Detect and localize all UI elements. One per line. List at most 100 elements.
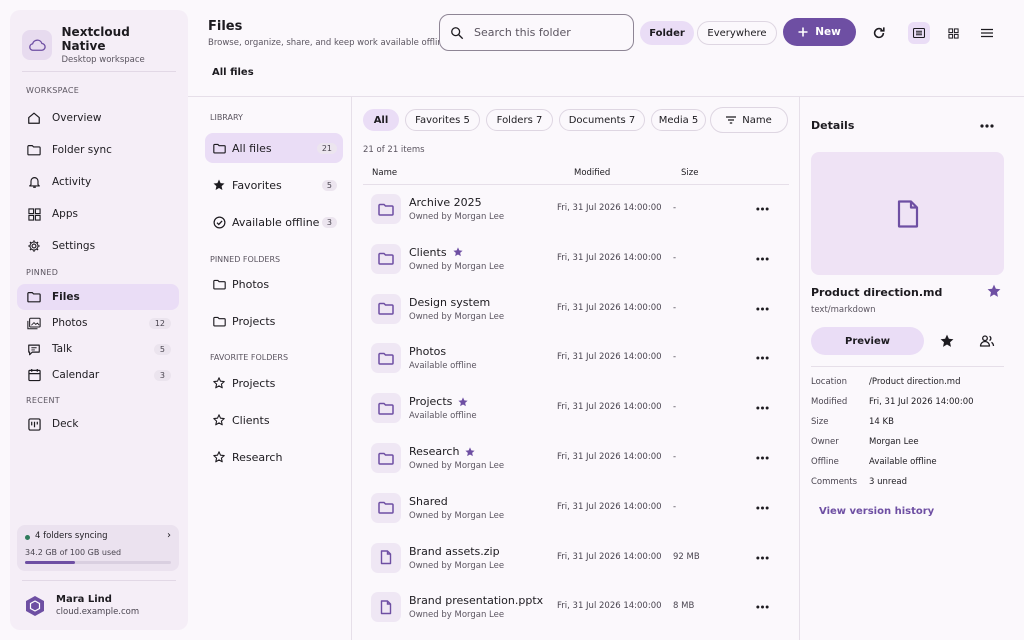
view-version-history-link[interactable]: View version history	[819, 506, 934, 517]
document-icon	[897, 199, 919, 228]
user-server: cloud.example.com	[56, 607, 140, 617]
row-actions-button[interactable]	[751, 248, 773, 270]
sidebar-divider	[22, 71, 176, 72]
user-account[interactable]: Mara Lind cloud.example.com	[24, 594, 139, 617]
favorite-folder-research[interactable]: Research	[205, 442, 343, 472]
more-horizontal-icon	[755, 556, 769, 560]
library-item-available-offline[interactable]: Available offline 3	[205, 207, 343, 237]
folder-icon	[212, 314, 226, 328]
details-divider-line	[811, 366, 1004, 367]
library-item-label: Favorites	[232, 178, 282, 192]
row-actions-button[interactable]	[751, 198, 773, 220]
favorite-star-icon	[452, 247, 463, 257]
file-name: Clients	[409, 246, 463, 259]
library-item-favorites[interactable]: Favorites 5	[205, 170, 343, 200]
favorite-folder-clients[interactable]: Clients	[205, 405, 343, 435]
user-name: Mara Lind	[56, 594, 112, 605]
scope-folder-button[interactable]: Folder	[640, 21, 694, 45]
table-row[interactable]: Design system Owned by Morgan Lee Fri, 31 …	[363, 284, 789, 334]
filter-chip-folders[interactable]: Folders 7	[486, 109, 553, 131]
row-actions-button[interactable]	[751, 298, 773, 320]
sidebar-item-photos[interactable]: Photos 12	[17, 310, 179, 336]
file-owner: Available offline	[409, 411, 477, 422]
meta-value: 14 KB	[869, 417, 894, 427]
meta-value: Fri, 31 Jul 2026 14:00:00	[869, 397, 974, 407]
table-row[interactable]: Photos Available offline Fri, 31 Jul 2026 …	[363, 333, 789, 383]
breadcrumb[interactable]: All files	[212, 67, 254, 78]
file-modified: Fri, 31 Jul 2026 14:00:00	[557, 203, 662, 213]
meta-key: Owner	[811, 437, 839, 447]
column-header-modified[interactable]: Modified	[574, 168, 610, 178]
row-actions-button[interactable]	[751, 397, 773, 419]
table-row[interactable]: Research Owned by Morgan Lee Fri, 31 Jul 2…	[363, 433, 789, 483]
table-row[interactable]: Brand presentation.pptx Owned by Morgan L…	[363, 582, 789, 632]
table-row[interactable]: Archive 2025 Owned by Morgan Lee Fri, 31 J…	[363, 184, 789, 234]
check-circle-icon	[212, 215, 226, 229]
app-brand: Nextcloud Native Desktop workspace	[22, 24, 176, 66]
table-row[interactable]: Projects Available offline Fri, 31 Jul 202…	[363, 383, 789, 433]
file-modified: Fri, 31 Jul 2026 14:00:00	[557, 302, 662, 313]
search-box[interactable]	[439, 14, 634, 51]
file-owner: Owned by Morgan Lee	[409, 510, 505, 521]
file-name: Brand presentation.pptx	[409, 594, 543, 607]
sync-status-card[interactable]: 4 folders syncing › 34.2 GB of 100 GB us…	[17, 525, 179, 571]
more-horizontal-icon	[755, 456, 769, 460]
sidebar-item-overview[interactable]: Overview	[17, 105, 179, 131]
filter-chip-favorites[interactable]: Favorites 5	[405, 109, 480, 131]
row-actions-button[interactable]	[751, 347, 773, 369]
pinned-folder-projects[interactable]: Projects	[205, 306, 343, 336]
pinned-folder-photos[interactable]: Photos	[205, 269, 343, 299]
scope-everywhere-button[interactable]: Everywhere	[697, 21, 777, 45]
sidebar-item-settings[interactable]: Settings	[17, 233, 179, 259]
new-button[interactable]: New	[783, 18, 856, 46]
section-label-library: LIBRARY	[210, 113, 243, 122]
column-header-name[interactable]: Name	[372, 168, 397, 178]
row-actions-button[interactable]	[751, 596, 773, 618]
file-modified: Fri, 31 Jul 2026 14:00:00	[557, 402, 662, 413]
sidebar-item-files[interactable]: Files	[17, 284, 179, 310]
row-actions-button[interactable]	[751, 447, 773, 469]
table-row[interactable]: Brand assets.zip Owned by Morgan Lee Fri, …	[363, 533, 789, 583]
favorite-star-icon	[465, 446, 476, 457]
star-icon	[987, 284, 1001, 298]
folder-sync-icon	[26, 142, 42, 158]
favorite-folder-projects[interactable]: Projects	[205, 368, 343, 398]
meta-value: 3 unread	[869, 477, 908, 487]
page-title: Files	[208, 19, 243, 34]
search-input[interactable]	[474, 26, 624, 39]
file-name: Archive 2025	[409, 196, 482, 209]
sort-label: Name	[742, 114, 772, 126]
row-actions-button[interactable]	[751, 547, 773, 569]
details-more-button[interactable]	[976, 115, 998, 137]
sidebar-item-deck[interactable]: Deck	[17, 411, 179, 437]
file-name-text: Design system	[409, 295, 491, 309]
file-name: Projects	[409, 395, 468, 408]
favorite-button[interactable]	[936, 330, 958, 352]
library-item-all-files[interactable]: All files 21	[205, 133, 343, 163]
file-owner: Owned by Morgan Lee	[409, 461, 505, 471]
sort-button[interactable]: Name	[710, 107, 788, 133]
table-row[interactable]: Shared Owned by Morgan Lee Fri, 31 Jul 202…	[363, 483, 789, 533]
favorite-toggle-button[interactable]	[987, 284, 1001, 298]
chevron-right-icon: ›	[167, 530, 171, 541]
column-header-size[interactable]: Size	[681, 168, 698, 178]
sidebar-item-apps[interactable]: Apps	[17, 201, 179, 227]
more-horizontal-icon	[755, 356, 769, 360]
preview-button[interactable]: Preview	[811, 327, 924, 355]
sidebar-item-talk[interactable]: Talk 5	[17, 336, 179, 362]
app-subtitle: Desktop workspace	[61, 55, 145, 65]
filter-chip-media[interactable]: Media 5	[651, 109, 706, 131]
grid-view-button[interactable]	[942, 22, 964, 44]
menu-button[interactable]	[976, 22, 998, 44]
filter-chip-documents[interactable]: Documents 7	[559, 109, 645, 131]
refresh-button[interactable]	[868, 22, 890, 44]
file-icon	[371, 542, 401, 573]
sidebar-item-calendar[interactable]: Calendar 3	[17, 362, 179, 388]
row-actions-button[interactable]	[751, 497, 773, 519]
sidebar-item-activity[interactable]: Activity	[17, 169, 179, 195]
table-row[interactable]: Clients Owned by Morgan Lee Fri, 31 Jul 20…	[363, 234, 789, 284]
share-button[interactable]	[976, 330, 998, 352]
sidebar-item-folder-sync[interactable]: Folder sync	[17, 137, 179, 163]
filter-chip-all[interactable]: All	[363, 109, 399, 131]
list-view-button[interactable]	[908, 22, 930, 44]
